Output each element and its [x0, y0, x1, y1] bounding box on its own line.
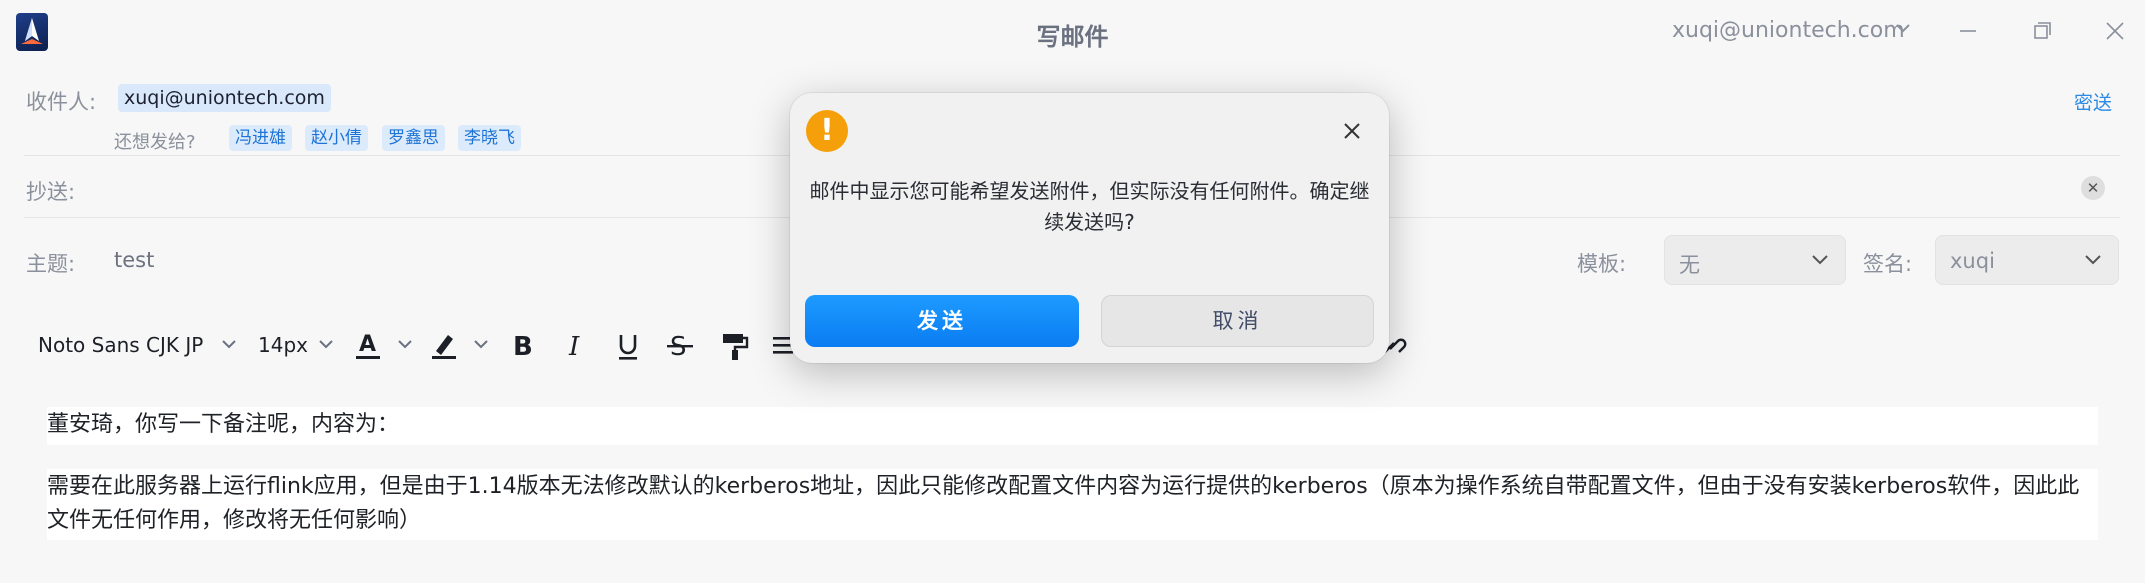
warning-icon: !	[806, 110, 848, 152]
svg-text:I: I	[568, 332, 580, 362]
close-window-icon[interactable]	[2102, 18, 2128, 44]
dialog-message: 邮件中显示您可能希望发送附件，但实际没有任何附件。确定继续发送吗?	[809, 179, 1370, 234]
italic-icon[interactable]: I	[560, 329, 592, 363]
body-paragraph[interactable]: 董安琦，你写一下备注呢，内容为：	[47, 407, 2098, 445]
minimize-icon[interactable]	[1955, 18, 1981, 44]
restore-window-icon[interactable]	[2029, 18, 2055, 44]
template-label: 模板:	[1577, 252, 1627, 276]
chevron-down-icon[interactable]	[473, 339, 489, 350]
subject-input[interactable]: test	[114, 248, 154, 272]
template-select[interactable]: 无	[1664, 235, 1846, 285]
bcc-link[interactable]: 密送	[2074, 88, 2112, 115]
suggested-recipient-chip[interactable]: 李晓飞	[458, 125, 521, 151]
format-painter-icon[interactable]	[719, 329, 751, 363]
suggested-recipient-chip[interactable]: 赵小倩	[305, 125, 368, 151]
strikethrough-icon[interactable]: S	[664, 329, 696, 363]
body-paragraph[interactable]: 需要在此服务器上运行flink应用，但是由于1.14版本无法修改默认的kerbe…	[47, 469, 2098, 540]
signature-value: xuqi	[1950, 249, 1995, 273]
signature-label: 签名:	[1863, 252, 1913, 276]
chevron-down-icon[interactable]	[318, 339, 334, 350]
subject-label: 主题:	[26, 252, 76, 276]
send-button[interactable]: 发送	[805, 295, 1079, 347]
account-selector[interactable]: xuqi@uniontech.com	[1672, 18, 1905, 43]
bold-icon[interactable]: B	[507, 329, 539, 363]
svg-text:A: A	[359, 332, 376, 357]
highlight-color-icon[interactable]	[428, 329, 460, 363]
chevron-down-icon[interactable]	[397, 339, 413, 350]
attachment-warning-dialog: ! 邮件中显示您可能希望发送附件，但实际没有任何附件。确定继续发送吗? 发送 取…	[790, 93, 1389, 363]
clear-cc-icon[interactable]: ✕	[2081, 176, 2105, 200]
underline-icon[interactable]	[612, 329, 644, 363]
chevron-down-icon[interactable]	[1895, 22, 1911, 34]
signature-select[interactable]: xuqi	[1935, 235, 2119, 285]
chevron-down-icon	[2085, 255, 2101, 265]
font-color-icon[interactable]: A	[352, 329, 384, 363]
chevron-down-icon	[1812, 255, 1828, 265]
title-bar: 写邮件 xuqi@uniontech.com	[0, 0, 2145, 64]
suggest-label: 还想发给?	[114, 132, 196, 153]
to-recipient-chip[interactable]: xuqi@uniontech.com	[118, 84, 331, 112]
template-value: 无	[1679, 253, 1700, 277]
cancel-button[interactable]: 取消	[1101, 295, 1374, 347]
svg-text:B: B	[513, 332, 533, 362]
chevron-down-icon[interactable]	[221, 339, 237, 350]
cc-label: 抄送:	[26, 180, 76, 204]
suggested-recipient-chip[interactable]: 冯进雄	[229, 125, 292, 151]
close-icon[interactable]	[1338, 117, 1366, 145]
to-label: 收件人:	[26, 90, 97, 114]
suggested-recipient-chip[interactable]: 罗鑫思	[382, 125, 445, 151]
font-size-select[interactable]: 14px	[258, 333, 308, 367]
font-family-select[interactable]: Noto Sans CJK JP	[38, 333, 203, 367]
